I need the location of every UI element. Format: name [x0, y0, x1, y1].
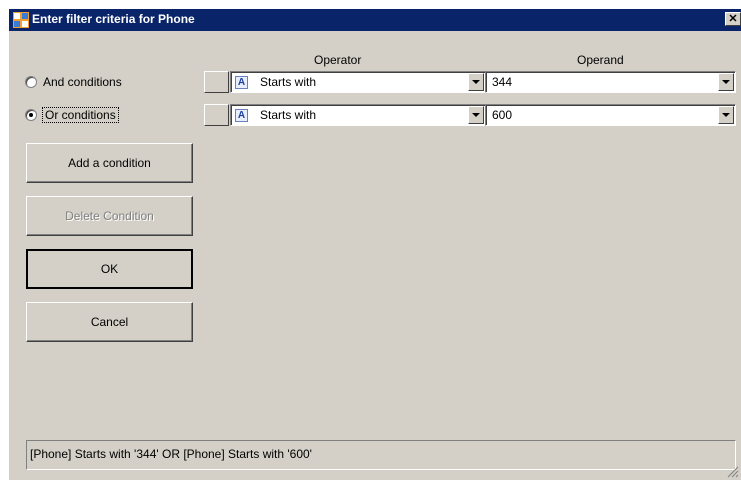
app-icon	[13, 12, 29, 28]
close-icon[interactable]: ✕	[725, 12, 741, 26]
operand-combo-1[interactable]: 344	[485, 71, 736, 93]
window-title: Enter filter criteria for Phone	[32, 12, 195, 26]
operator-combo-1[interactable]: A Starts with	[230, 71, 486, 93]
cancel-button[interactable]: Cancel	[26, 302, 193, 342]
ok-button[interactable]: OK	[26, 249, 193, 289]
filter-dialog: Enter filter criteria for Phone ✕ Operat…	[8, 9, 741, 480]
or-conditions-radio[interactable]: Or conditions	[25, 106, 119, 124]
operator-combo-2[interactable]: A Starts with	[230, 104, 486, 126]
operand-column-header: Operand	[577, 53, 624, 67]
text-type-icon: A	[235, 109, 248, 122]
operator-value-1: Starts with	[260, 75, 317, 89]
operand-value-1: 344	[492, 75, 513, 89]
and-radio-circle[interactable]	[25, 76, 37, 88]
row-selector-1[interactable]	[204, 71, 229, 93]
or-conditions-label: Or conditions	[42, 107, 119, 123]
chevron-down-icon[interactable]	[468, 106, 484, 124]
and-conditions-radio[interactable]: And conditions	[25, 73, 122, 91]
or-radio-circle[interactable]	[25, 109, 37, 121]
delete-condition-button[interactable]: Delete Condition	[26, 196, 193, 236]
chevron-down-icon[interactable]	[468, 73, 484, 91]
chevron-down-icon[interactable]	[718, 106, 734, 124]
operand-value-2: 600	[492, 108, 513, 122]
chevron-down-icon[interactable]	[718, 73, 734, 91]
filter-expression-status: [Phone] Starts with '344' OR [Phone] Sta…	[26, 440, 736, 470]
operator-column-header: Operator	[314, 53, 362, 67]
operator-value-2: Starts with	[260, 108, 317, 122]
add-condition-button[interactable]: Add a condition	[26, 143, 193, 183]
resize-grip-icon[interactable]	[727, 466, 739, 478]
and-conditions-label: And conditions	[43, 75, 122, 89]
text-type-icon: A	[235, 76, 248, 89]
title-bar[interactable]: Enter filter criteria for Phone ✕	[9, 9, 741, 31]
operand-combo-2[interactable]: 600	[485, 104, 736, 126]
row-selector-2[interactable]	[204, 104, 229, 126]
